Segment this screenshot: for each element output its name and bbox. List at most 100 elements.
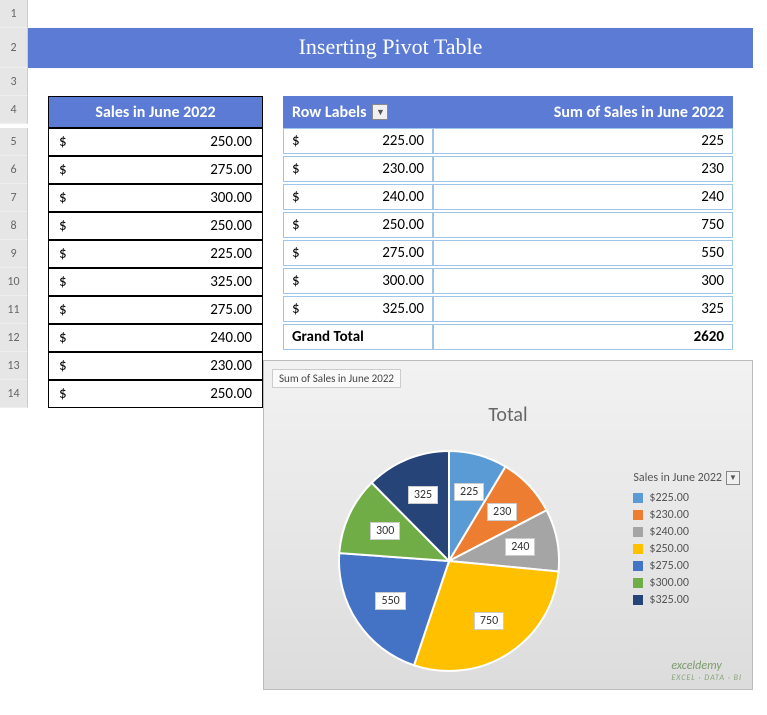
- legend-item[interactable]: $240.00: [633, 525, 740, 539]
- pivot-row-label[interactable]: $230.00: [283, 156, 433, 182]
- left-table-cell[interactable]: $250.00: [48, 212, 263, 240]
- currency-symbol: $: [59, 329, 67, 347]
- amount: 275.00: [306, 244, 424, 262]
- currency-symbol: $: [292, 216, 300, 234]
- pivot-grand-total-value[interactable]: 2620: [433, 324, 733, 350]
- legend-swatch: [633, 510, 643, 520]
- legend-title[interactable]: Sales in June 2022 ▼: [633, 471, 740, 485]
- amount: 250.00: [67, 217, 252, 235]
- chevron-down-icon[interactable]: ▼: [726, 471, 740, 485]
- legend-item[interactable]: $225.00: [633, 491, 740, 505]
- currency-symbol: $: [59, 273, 67, 291]
- currency-symbol: $: [59, 245, 67, 263]
- pivot-chart[interactable]: Sum of Sales in June 2022Total2252302407…: [263, 360, 753, 690]
- pie-chart: [334, 446, 564, 676]
- left-table-header[interactable]: Sales in June 2022: [48, 96, 263, 128]
- title-banner: Inserting Pivot Table: [28, 28, 753, 68]
- currency-symbol: $: [59, 133, 67, 151]
- pie-slice-label: 240: [505, 538, 535, 556]
- row-header[interactable]: 13: [0, 352, 28, 380]
- pivot-row-label[interactable]: $240.00: [283, 184, 433, 210]
- row-header[interactable]: 5: [0, 128, 28, 156]
- left-table-cell[interactable]: $225.00: [48, 240, 263, 268]
- left-table-cell[interactable]: $250.00: [48, 380, 263, 408]
- pie-slice-label: 325: [408, 486, 438, 504]
- chevron-down-icon[interactable]: ▼: [372, 104, 388, 120]
- left-table-cell[interactable]: $275.00: [48, 296, 263, 324]
- pie-slice-label: 230: [487, 503, 517, 521]
- pivot-grand-total-label[interactable]: Grand Total: [283, 324, 433, 350]
- pie-slice-label: 225: [454, 483, 484, 501]
- pivot-row-value[interactable]: 750: [433, 212, 733, 238]
- pivot-row-value[interactable]: 240: [433, 184, 733, 210]
- legend-swatch: [633, 561, 643, 571]
- row-header[interactable]: 7: [0, 184, 28, 212]
- pivot-row-value[interactable]: 230: [433, 156, 733, 182]
- pie-slice-label: 550: [375, 592, 405, 610]
- legend-swatch: [633, 544, 643, 554]
- legend-label: $225.00: [649, 491, 689, 505]
- legend-label: $300.00: [649, 576, 689, 590]
- legend-item[interactable]: $275.00: [633, 559, 740, 573]
- amount: 230.00: [67, 357, 252, 375]
- chart-plot-area: Sum of Sales in June 2022Total2252302407…: [263, 360, 753, 690]
- pivot-row-value[interactable]: 550: [433, 240, 733, 266]
- currency-symbol: $: [59, 357, 67, 375]
- pivot-row-label[interactable]: $250.00: [283, 212, 433, 238]
- pivot-row-label[interactable]: $325.00: [283, 296, 433, 322]
- pivot-row-value[interactable]: 300: [433, 268, 733, 294]
- left-table-cell[interactable]: $240.00: [48, 324, 263, 352]
- legend-label: $250.00: [649, 542, 689, 556]
- pivot-row-value[interactable]: 225: [433, 128, 733, 154]
- row-header[interactable]: 12: [0, 324, 28, 352]
- amount: 250.00: [306, 216, 424, 234]
- row-header[interactable]: 2: [0, 28, 28, 68]
- legend-item[interactable]: $230.00: [633, 508, 740, 522]
- legend-swatch: [633, 527, 643, 537]
- legend-item[interactable]: $325.00: [633, 593, 740, 607]
- row-header[interactable]: 10: [0, 268, 28, 296]
- chart-field-tag[interactable]: Sum of Sales in June 2022: [272, 369, 401, 388]
- watermark: exceldemyEXCEL · DATA · BI: [671, 659, 742, 683]
- row-header[interactable]: 14: [0, 380, 28, 408]
- amount: 225.00: [306, 132, 424, 150]
- row-header[interactable]: 9: [0, 240, 28, 268]
- pivot-header-label: Row Labels: [292, 103, 366, 122]
- legend-swatch: [633, 493, 643, 503]
- legend-label: $275.00: [649, 559, 689, 573]
- pivot-row-value[interactable]: 325: [433, 296, 733, 322]
- row-header[interactable]: 11: [0, 296, 28, 324]
- amount: 225.00: [67, 245, 252, 263]
- row-header[interactable]: 3: [0, 68, 28, 96]
- legend-item[interactable]: $300.00: [633, 576, 740, 590]
- amount: 325.00: [306, 300, 424, 318]
- legend-title-text: Sales in June 2022: [633, 471, 722, 485]
- pivot-row-label[interactable]: $225.00: [283, 128, 433, 154]
- left-table-cell[interactable]: $230.00: [48, 352, 263, 380]
- amount: 230.00: [306, 160, 424, 178]
- legend-swatch: [633, 578, 643, 588]
- amount: 275.00: [67, 301, 252, 319]
- legend-label: $230.00: [649, 508, 689, 522]
- currency-symbol: $: [292, 300, 300, 318]
- left-table-cell[interactable]: $275.00: [48, 156, 263, 184]
- amount: 275.00: [67, 161, 252, 179]
- row-header[interactable]: 6: [0, 156, 28, 184]
- left-table-cell[interactable]: $325.00: [48, 268, 263, 296]
- left-table-cell[interactable]: $250.00: [48, 128, 263, 156]
- left-table-cell[interactable]: $300.00: [48, 184, 263, 212]
- pivot-header-row-labels[interactable]: Row Labels ▼: [283, 96, 433, 128]
- row-header[interactable]: 1: [0, 0, 28, 28]
- legend-item[interactable]: $250.00: [633, 542, 740, 556]
- amount: 240.00: [306, 188, 424, 206]
- pivot-row-label[interactable]: $275.00: [283, 240, 433, 266]
- currency-symbol: $: [292, 132, 300, 150]
- amount: 300.00: [67, 189, 252, 207]
- legend-label: $240.00: [649, 525, 689, 539]
- legend-label: $325.00: [649, 593, 689, 607]
- pivot-row-label[interactable]: $300.00: [283, 268, 433, 294]
- pivot-header-sum[interactable]: Sum of Sales in June 2022: [433, 96, 733, 128]
- amount: 325.00: [67, 273, 252, 291]
- row-header[interactable]: 4: [0, 96, 28, 124]
- row-header[interactable]: 8: [0, 212, 28, 240]
